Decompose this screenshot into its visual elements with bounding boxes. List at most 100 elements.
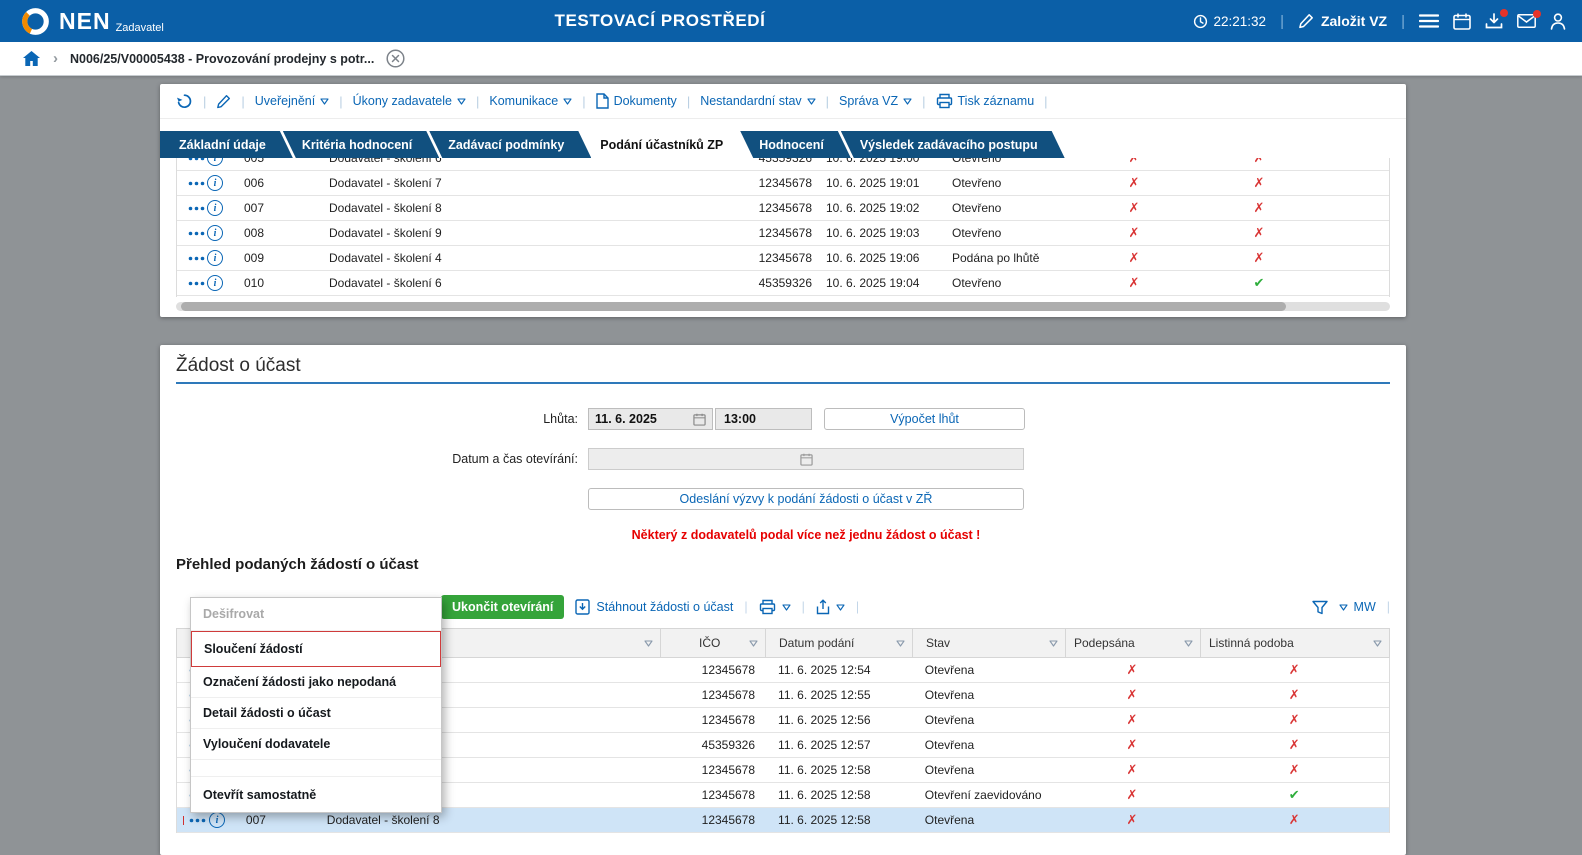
calendar-icon[interactable] [800, 453, 813, 466]
toolbar-item-ukony-zadavatele[interactable]: Úkony zadavatele [353, 94, 466, 108]
tab-podani-ucastniku-zp[interactable]: Podání účastníků ZP [581, 131, 750, 158]
printer-icon [936, 93, 953, 109]
nen-logo[interactable]: NEN Zadavatel [20, 6, 164, 37]
menu-item-otevrit-samostatne[interactable]: Otevřít samostatně [191, 776, 441, 812]
row-actions-button[interactable] [185, 229, 207, 238]
filter-triangle-icon[interactable] [1373, 640, 1382, 647]
row-actions-button[interactable] [185, 204, 207, 213]
tab-zakladni-udaje[interactable]: Základní údaje [160, 131, 293, 158]
downloads-button[interactable] [1485, 13, 1503, 29]
user-button[interactable] [1550, 13, 1566, 30]
calendar-button[interactable] [1453, 13, 1471, 30]
date-value: 10. 6. 2025 19:02 [814, 201, 944, 215]
calendar-icon[interactable] [693, 413, 706, 426]
table-row[interactable]: i006Dodavatel - školení 71234567810. 6. … [177, 171, 1389, 196]
info-icon[interactable]: i [207, 225, 223, 241]
info-icon[interactable]: i [207, 250, 223, 266]
filter-triangle-icon[interactable] [644, 640, 653, 647]
filter-triangle-icon[interactable] [896, 640, 905, 647]
brand-name: NEN [59, 10, 111, 33]
row-actions-button[interactable] [186, 816, 209, 825]
row-number: 009 [235, 251, 319, 265]
tab-vysledek-zadavaciho-postupu[interactable]: Výsledek zadávacího postupu [841, 131, 1065, 158]
cross-icon: ✗ [1126, 687, 1137, 703]
horizontal-scrollbar[interactable] [176, 302, 1390, 311]
table-row[interactable]: i008Dodavatel - školení 91234567810. 6. … [177, 221, 1389, 246]
column-header-datum-podani[interactable]: Datum podání [766, 629, 913, 657]
export-dropdown[interactable] [816, 599, 845, 615]
toolbar-item-nestandardni-stav[interactable]: Nestandardní stav [700, 94, 815, 108]
three-dots-icon [188, 256, 205, 261]
table-row[interactable]: i007Dodavatel - školení 81234567810. 6. … [177, 196, 1389, 221]
tab-kriteria-hodnoceni[interactable]: Kritéria hodnocení [283, 131, 439, 158]
info-icon[interactable]: i [207, 200, 223, 216]
paper-cell: ✗ [1199, 712, 1389, 728]
view-dropdown-mw[interactable]: MW [1339, 600, 1376, 614]
send-invitation-button[interactable]: Odeslání výzvy k podání žádosti o účast … [588, 488, 1024, 510]
paper-cell: ✗ [1194, 175, 1324, 191]
filter-triangle-icon[interactable] [1049, 640, 1058, 647]
home-button[interactable] [22, 50, 41, 67]
info-icon[interactable]: i [209, 812, 225, 828]
signed-cell: ✗ [1065, 737, 1200, 753]
tab-zadavaci-podminky[interactable]: Zadávací podmínky [429, 131, 591, 158]
opening-datetime-input[interactable] [588, 448, 1024, 470]
column-header-stav[interactable]: Stav [913, 629, 1066, 657]
filter-button[interactable] [1312, 600, 1328, 615]
menu-item-oznaceni-zadosti-jako-nepodana[interactable]: Označení žádosti jako nepodaná [191, 667, 441, 698]
chevron-down-icon [1339, 604, 1348, 611]
cross-icon: ✗ [1126, 712, 1137, 728]
breadcrumb-item[interactable]: N006/25/V00005438 - Provozování prodejny… [70, 52, 374, 66]
history-button[interactable] [176, 93, 193, 109]
toolbar-item-komunikace[interactable]: Komunikace [489, 94, 572, 108]
cross-icon: ✗ [1289, 737, 1300, 753]
cross-icon: ✗ [1126, 762, 1137, 778]
info-icon[interactable]: i [207, 275, 223, 291]
table-row[interactable]: i005Dodavatel - školení 64535932610. 6. … [177, 158, 1389, 171]
menu-item-detail-zadosti-o-ucast[interactable]: Detail žádosti o účast [191, 698, 441, 729]
column-header-ico[interactable]: IČO [661, 629, 766, 657]
paper-cell: ✗ [1199, 812, 1389, 828]
menu-item-slouceni-zadosti[interactable]: Sloučení žádostí [191, 631, 441, 667]
info-icon[interactable]: i [207, 158, 223, 166]
row-actions-button[interactable] [185, 179, 207, 188]
row-actions-button[interactable] [185, 279, 207, 288]
cross-icon: ✗ [1254, 200, 1265, 216]
cross-icon: ✗ [1126, 812, 1137, 828]
finish-opening-button[interactable]: Ukončit otevírání [441, 595, 564, 619]
record-toolbar: | | Uveřejnění | Úkony zadavatele | Komu… [160, 84, 1406, 119]
messages-button[interactable] [1517, 14, 1536, 28]
deadline-date-input[interactable]: 11. 6. 2025 [588, 408, 713, 430]
menu-item-vylouceni-dodavat[interactable]: Vyloučení dodavatele [191, 729, 441, 760]
toolbar-item-tisk-zaznamu[interactable]: Tisk záznamu [936, 93, 1035, 109]
edit-record-button[interactable] [216, 94, 231, 109]
toolbar-item-uverejneni[interactable]: Uveřejnění [255, 94, 329, 108]
tab-hodnoceni[interactable]: Hodnocení [740, 131, 851, 158]
breadcrumb-bar: › N006/25/V00005438 - Provozování prodej… [0, 42, 1582, 76]
table-row[interactable]: i009Dodavatel - školení 41234567810. 6. … [177, 246, 1389, 271]
toolbar-item-sprava-vz[interactable]: Správa VZ [839, 94, 912, 108]
deadline-time-input[interactable]: 13:00 [715, 408, 812, 430]
create-vz-button[interactable]: Založit VZ [1298, 13, 1387, 29]
toolbar-item-dokumenty[interactable]: Dokumenty [596, 93, 677, 109]
separator: | [339, 94, 342, 109]
print-dropdown[interactable] [759, 599, 791, 615]
menu-button[interactable] [1419, 14, 1439, 28]
three-dots-icon [188, 206, 205, 211]
separator: | [241, 94, 244, 109]
filter-triangle-icon[interactable] [749, 640, 758, 647]
separator: | [476, 94, 479, 109]
row-actions-button[interactable] [185, 158, 207, 163]
download-requests-link[interactable]: Stáhnout žádosti o účast [575, 599, 733, 615]
column-header-podepsana[interactable]: Podepsána [1066, 629, 1201, 657]
column-header-listinna-podoba[interactable]: Listinná podoba [1201, 629, 1389, 657]
signed-cell: ✗ [1074, 175, 1194, 191]
filter-triangle-icon[interactable] [1184, 640, 1193, 647]
row-actions-button[interactable] [185, 254, 207, 263]
close-record-button[interactable] [386, 49, 405, 68]
scrollbar-thumb[interactable] [181, 302, 1286, 311]
separator: | [744, 600, 747, 614]
info-icon[interactable]: i [207, 175, 223, 191]
calc-deadlines-button[interactable]: Výpočet lhůt [824, 408, 1025, 430]
table-row[interactable]: i010Dodavatel - školení 64535932610. 6. … [177, 271, 1389, 296]
